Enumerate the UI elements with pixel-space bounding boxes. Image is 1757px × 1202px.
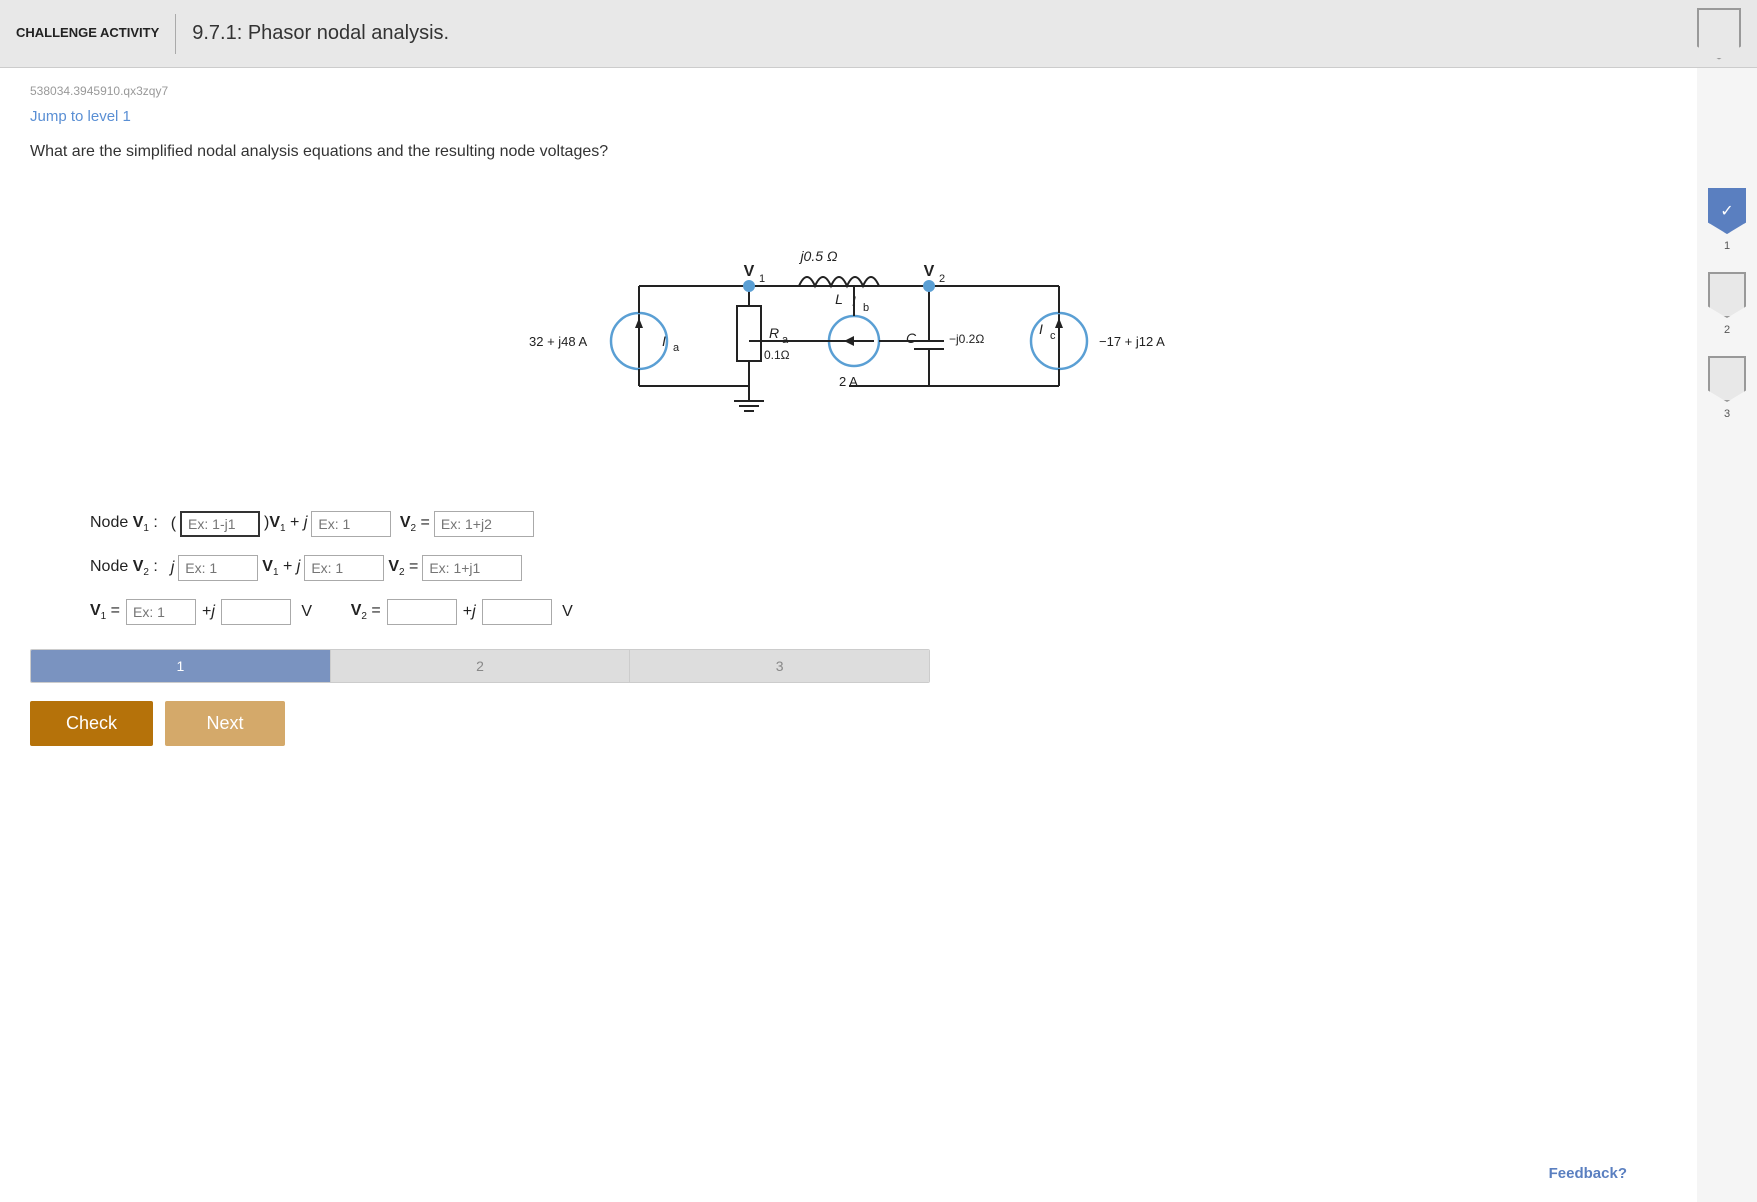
node-v1-equation: Node V1 : ( )V1 + j V2 = (90, 511, 1667, 537)
content-area: 538034.3945910.qx3zqy7 Jump to level 1 W… (0, 68, 1697, 1202)
main-container: 538034.3945910.qx3zqy7 Jump to level 1 W… (0, 68, 1757, 1202)
svg-text:0.1Ω: 0.1Ω (764, 348, 790, 362)
activity-id: 538034.3945910.qx3zqy7 (30, 84, 1667, 98)
node-v2-j1-input[interactable] (178, 555, 258, 581)
activity-title: 9.7.1: Phasor nodal analysis. (192, 22, 449, 45)
svg-text:I: I (852, 293, 856, 309)
header: CHALLENGE ACTIVITY 9.7.1: Phasor nodal a… (0, 0, 1757, 68)
level-3-number: 3 (1724, 408, 1730, 420)
progress-segment-1[interactable]: 1 (31, 650, 331, 682)
next-button[interactable]: Next (165, 701, 285, 746)
svg-text:32 + j48 A: 32 + j48 A (529, 334, 588, 349)
svg-text:j0.5 Ω: j0.5 Ω (798, 248, 837, 264)
feedback-link[interactable]: Feedback? (1549, 1165, 1627, 1182)
level-1-check: ✓ (1720, 201, 1733, 221)
challenge-label-text: CHALLENGE ACTIVITY (16, 25, 159, 42)
node-v2-j2-input[interactable] (304, 555, 384, 581)
circuit-diagram: j0.5 Ω L V 1 V 2 I a I b I c R (30, 181, 1667, 481)
header-divider (175, 14, 176, 54)
svg-text:C: C (906, 330, 917, 346)
progress-bar: 1 2 3 (30, 649, 930, 683)
right-sidebar: ✓ 1 2 3 (1697, 68, 1757, 1202)
svg-text:I: I (662, 333, 666, 349)
node-v1-rhs-input[interactable] (434, 511, 534, 537)
buttons-row: Check Next (30, 701, 1667, 746)
level-badge-2[interactable] (1708, 272, 1746, 318)
node-v2-label: Node V2 : (90, 558, 158, 578)
svg-text:V: V (743, 263, 754, 280)
level-2-group[interactable]: 2 (1708, 272, 1746, 336)
svg-text:a: a (782, 334, 789, 346)
check-button[interactable]: Check (30, 701, 153, 746)
level-2-number: 2 (1724, 324, 1730, 336)
svg-text:R: R (769, 325, 779, 341)
level-3-group[interactable]: 3 (1708, 356, 1746, 420)
svg-text:2 A: 2 A (839, 374, 858, 389)
v1-real-input[interactable] (126, 599, 196, 625)
v1-imag-input[interactable] (221, 599, 291, 625)
level-badge-3[interactable] (1708, 356, 1746, 402)
level-badge-1[interactable]: ✓ (1708, 188, 1746, 234)
svg-text:V: V (923, 263, 934, 280)
svg-text:2: 2 (939, 273, 945, 285)
v2-real-input[interactable] (387, 599, 457, 625)
node-v1-label: Node V1 : (90, 514, 158, 534)
node-v1-j-input[interactable] (311, 511, 391, 537)
svg-text:I: I (1039, 321, 1043, 337)
progress-segment-3[interactable]: 3 (630, 650, 929, 682)
node-v2-rhs-input[interactable] (422, 555, 522, 581)
question-text: What are the simplified nodal analysis e… (30, 143, 1667, 161)
level-1-number: 1 (1724, 240, 1730, 252)
svg-text:1: 1 (759, 273, 765, 285)
node-v2-equation: Node V2 : j V1 + j V2 = (90, 555, 1667, 581)
equations-area: Node V1 : ( )V1 + j V2 = Node V2 : j V1 … (90, 511, 1667, 625)
node-v1-coeff-input[interactable] (180, 511, 260, 537)
jump-to-level-link[interactable]: Jump to level 1 (30, 108, 131, 125)
circuit-svg: j0.5 Ω L V 1 V 2 I a I b I c R (499, 181, 1199, 481)
header-badge-icon (1697, 8, 1741, 60)
svg-text:c: c (1050, 330, 1056, 342)
svg-text:−j0.2Ω: −j0.2Ω (949, 332, 984, 346)
level-1-group[interactable]: ✓ 1 (1708, 188, 1746, 252)
voltage-values-row: V1 = +j V V2 = +j V (90, 599, 1667, 625)
progress-segment-2[interactable]: 2 (331, 650, 631, 682)
svg-text:−17 + j12 A: −17 + j12 A (1099, 334, 1165, 349)
svg-text:a: a (673, 342, 680, 354)
svg-text:b: b (863, 302, 869, 314)
v2-imag-input[interactable] (482, 599, 552, 625)
svg-text:L: L (835, 291, 843, 307)
challenge-activity-label: CHALLENGE ACTIVITY (16, 25, 159, 42)
